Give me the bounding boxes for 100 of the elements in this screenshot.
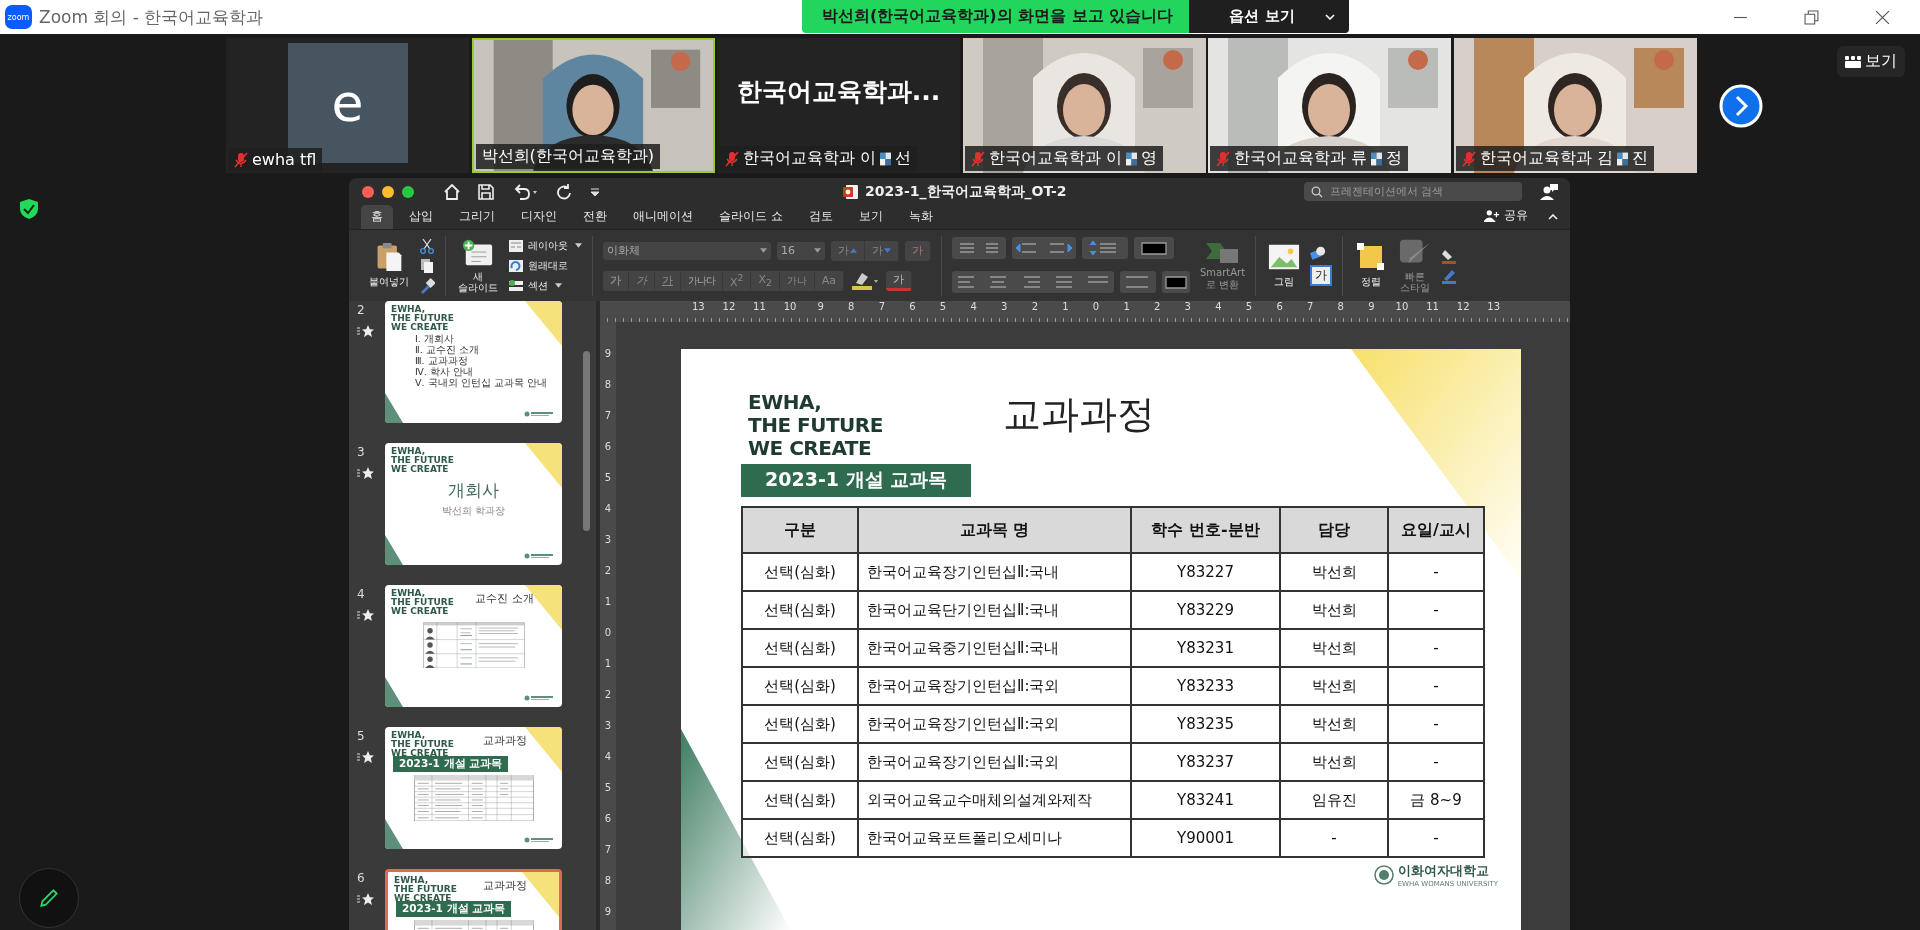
up-triangle-icon [850,248,857,253]
ruler-number: 12 [1455,301,1471,312]
slide-section-label: 2023-1 개설 교과목 [393,756,509,772]
powerpoint-file-icon [843,183,859,200]
participant-name: 한국어교육학과 류 [1234,148,1368,169]
ruler-number: 9 [816,301,825,312]
slide-title: 교과과정 [482,878,527,893]
table-cell: 박선희 [1280,591,1388,629]
table-cell: Y83241 [1131,781,1280,819]
ruler-number: 6 [908,301,917,312]
university-name: 이화여자대학교 [1397,862,1490,880]
ribbon-tab[interactable]: 그리기 [449,205,505,229]
ruler-number: 1 [604,657,612,671]
format-painter-icon[interactable] [419,277,435,294]
table-cell: 선택(심화) [742,667,858,705]
table-cell: 한국어교육단기인턴십Ⅱ:국내 [858,591,1131,629]
save-icon[interactable] [478,183,494,200]
copy-icon[interactable] [419,257,435,274]
slide-thumbnail[interactable]: EWHA, THE FUTURE WE CREATE Ⅰ. 개회사 Ⅱ. 교수진 소개 Ⅲ. 교과과정 Ⅳ. 학사 안내 Ⅴ. 국내외 인턴십 교과목 안내 [385,301,562,423]
quick-styles-button[interactable]: 빠른 스타일 [1397,237,1434,294]
column-header: 교과목 명 [858,507,1131,553]
university-logo-icon [524,553,554,559]
slide-thumbnail[interactable]: EWHA, THE FUTURE WE CREATE 교과과정 2023-1 개설 교과목 [385,727,562,849]
slide-thumbnail[interactable]: EWHA, THE FUTURE WE CREATE 개회사 박선희 학과장 [385,443,562,565]
text-box-button[interactable]: 가 [1310,265,1333,286]
ribbon-tab[interactable]: 전환 [573,205,617,229]
participant-name: 선 [895,148,912,169]
ruler-number: 3 [604,533,612,547]
ruler-number: 8 [1336,301,1345,312]
slide-subtitle: 박선희 학과장 [442,505,505,518]
font-size-field[interactable]: 16 [777,241,825,260]
participant-name: 한국어교육학과 이 [743,148,877,169]
table-cell: 박선희 [1280,667,1388,705]
share-button[interactable]: 공유 [1478,206,1534,225]
security-shield-icon[interactable] [19,198,39,220]
view-button[interactable]: 보기 [1837,46,1905,77]
ribbon-tab[interactable]: 슬라이드 쇼 [709,205,793,229]
table-cell: - [1280,819,1388,857]
restore-icon[interactable] [1804,9,1819,25]
undo-icon[interactable] [512,183,538,200]
close-icon[interactable] [1875,9,1890,25]
shapes-icon[interactable] [1310,245,1327,261]
section-button[interactable]: 섹션 [508,277,562,294]
layout-button[interactable]: 레이아웃 [508,237,582,254]
slide-thumbnail[interactable]: EWHA, THE FUTURE WE CREATE 교과과정 2023-1 개설 교과목 [385,869,562,930]
ribbon-tab[interactable]: 삽입 [399,205,443,229]
app-logo: zoom [5,5,32,29]
ruler-number: 10 [782,301,798,312]
slide-thumbnail[interactable]: EWHA, THE FUTURE WE CREATE 교수진 소개 [385,585,562,707]
smartart-label[interactable]: SmartArt 로 변환 [1200,267,1246,290]
ribbon-tab[interactable]: 디자인 [511,205,567,229]
table-cell: 선택(심화) [742,553,858,591]
slide-title: 개회사 [448,479,499,502]
column-header: 구분 [742,507,858,553]
ribbon-tab[interactable]: 검토 [798,205,843,229]
view-options-button[interactable]: 옵션 보기 [1189,0,1349,33]
table-cell: 선택(심화) [742,743,858,781]
zoom-dot[interactable] [402,185,414,198]
ruler-number: 13 [1486,301,1502,312]
slide-logo-text: EWHA, THE FUTURE WE CREATE [391,731,454,758]
slide-logo-text: EWHA, THE FUTURE WE CREATE [394,876,457,903]
column-header: 담당 [1280,507,1388,553]
scrollbar[interactable] [583,351,590,531]
ribbon-tab[interactable]: 녹화 [898,205,943,229]
shape-fill-icon[interactable] [1441,247,1458,264]
font-color-button[interactable]: 가 [886,270,912,291]
ribbon-tab[interactable]: 홈 [361,205,393,229]
minimize-dot[interactable] [382,185,394,198]
reset-button[interactable]: 원래대로 [508,257,568,274]
home-icon[interactable] [444,183,460,200]
pencil-icon [38,887,60,909]
format-button[interactable]: 가나다 [681,270,723,291]
redo-icon[interactable] [556,183,572,200]
picture-button[interactable]: 그림 [1266,242,1303,289]
picture-icon [1268,242,1301,272]
search-field[interactable]: 프레젠테이션에서 검색 [1304,182,1522,201]
table-cell: 선택(심화) [742,591,858,629]
font-name-field[interactable]: 이화체 [603,241,771,260]
ribbon-tab[interactable]: 애니메이션 [623,205,703,229]
smartart-icon[interactable] [1205,241,1240,265]
table-cell: Y83227 [1131,553,1280,591]
collapse-ribbon-icon[interactable] [1548,214,1558,220]
corner-decoration [385,677,403,707]
ruler-number: 0 [1091,301,1101,312]
comments-person-icon[interactable] [1540,183,1558,200]
next-page-button[interactable] [1719,83,1763,128]
table-cell: - [1388,591,1484,629]
paste-button[interactable]: 붙여넣기 [367,242,411,289]
customize-toolbar-icon[interactable] [590,186,600,197]
corner-decoration [525,301,562,346]
arrange-button[interactable]: 정렬 [1353,242,1390,289]
ruler-number: 13 [690,301,706,312]
new-slide-button[interactable]: 새 슬라이드 [456,237,500,294]
ribbon-tab[interactable]: 보기 [848,205,893,229]
highlight-icon[interactable] [850,270,880,291]
cut-icon[interactable] [419,237,435,254]
layout-icon [508,237,524,254]
close-dot[interactable] [362,185,374,198]
ruler-number: 7 [604,843,612,857]
caret-icon [814,248,821,253]
